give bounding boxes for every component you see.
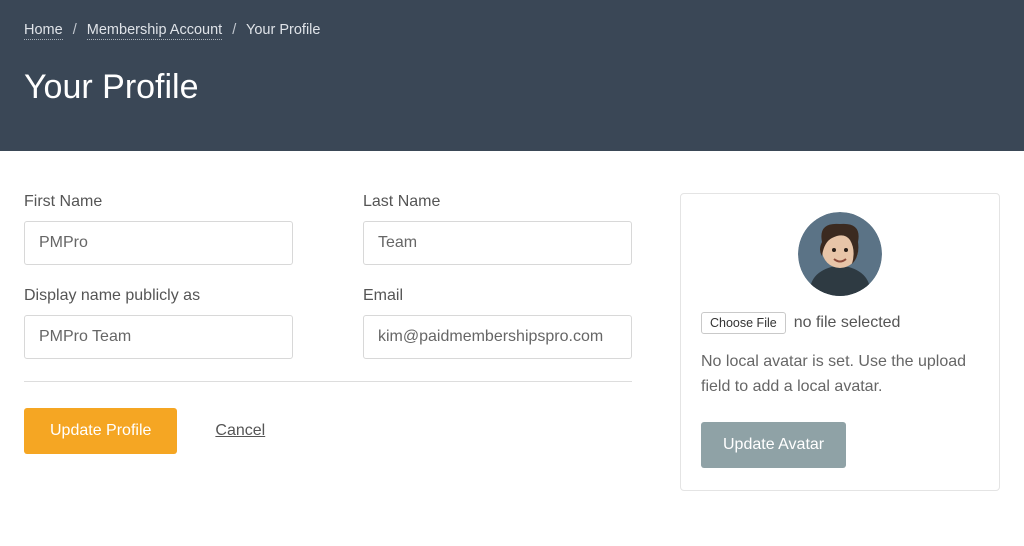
display-name-input[interactable] xyxy=(24,315,293,359)
form-divider xyxy=(24,381,632,382)
last-name-field-wrap: Last Name xyxy=(363,193,632,265)
cancel-link[interactable]: Cancel xyxy=(215,422,265,440)
content-area: First Name Last Name Display name public… xyxy=(0,151,1024,515)
breadcrumb-current: Your Profile xyxy=(246,22,320,38)
choose-file-button[interactable]: Choose File xyxy=(701,312,786,334)
breadcrumb-home-link[interactable]: Home xyxy=(24,22,63,40)
avatar-image xyxy=(798,212,882,296)
first-name-field-wrap: First Name xyxy=(24,193,293,265)
profile-form: First Name Last Name Display name public… xyxy=(24,193,632,491)
page-header: Home / Membership Account / Your Profile… xyxy=(0,0,1024,151)
breadcrumb-account-link[interactable]: Membership Account xyxy=(87,22,222,40)
first-name-input[interactable] xyxy=(24,221,293,265)
file-status-text: no file selected xyxy=(794,314,901,332)
email-field-wrap: Email xyxy=(363,287,632,359)
update-profile-button[interactable]: Update Profile xyxy=(24,408,177,454)
update-avatar-button[interactable]: Update Avatar xyxy=(701,422,846,468)
avatar-note: No local avatar is set. Use the upload f… xyxy=(701,350,979,400)
breadcrumb: Home / Membership Account / Your Profile xyxy=(24,22,1000,38)
display-name-field-wrap: Display name publicly as xyxy=(24,287,293,359)
avatar-wrap xyxy=(701,212,979,296)
file-input-row: Choose File no file selected xyxy=(701,312,979,334)
last-name-label: Last Name xyxy=(363,193,632,211)
email-input[interactable] xyxy=(363,315,632,359)
avatar-panel: Choose File no file selected No local av… xyxy=(680,193,1000,491)
breadcrumb-separator: / xyxy=(232,22,236,38)
display-name-label: Display name publicly as xyxy=(24,287,293,305)
email-label: Email xyxy=(363,287,632,305)
breadcrumb-separator: / xyxy=(73,22,77,38)
form-actions: Update Profile Cancel xyxy=(24,408,632,454)
page-title: Your Profile xyxy=(24,68,1000,107)
last-name-input[interactable] xyxy=(363,221,632,265)
first-name-label: First Name xyxy=(24,193,293,211)
